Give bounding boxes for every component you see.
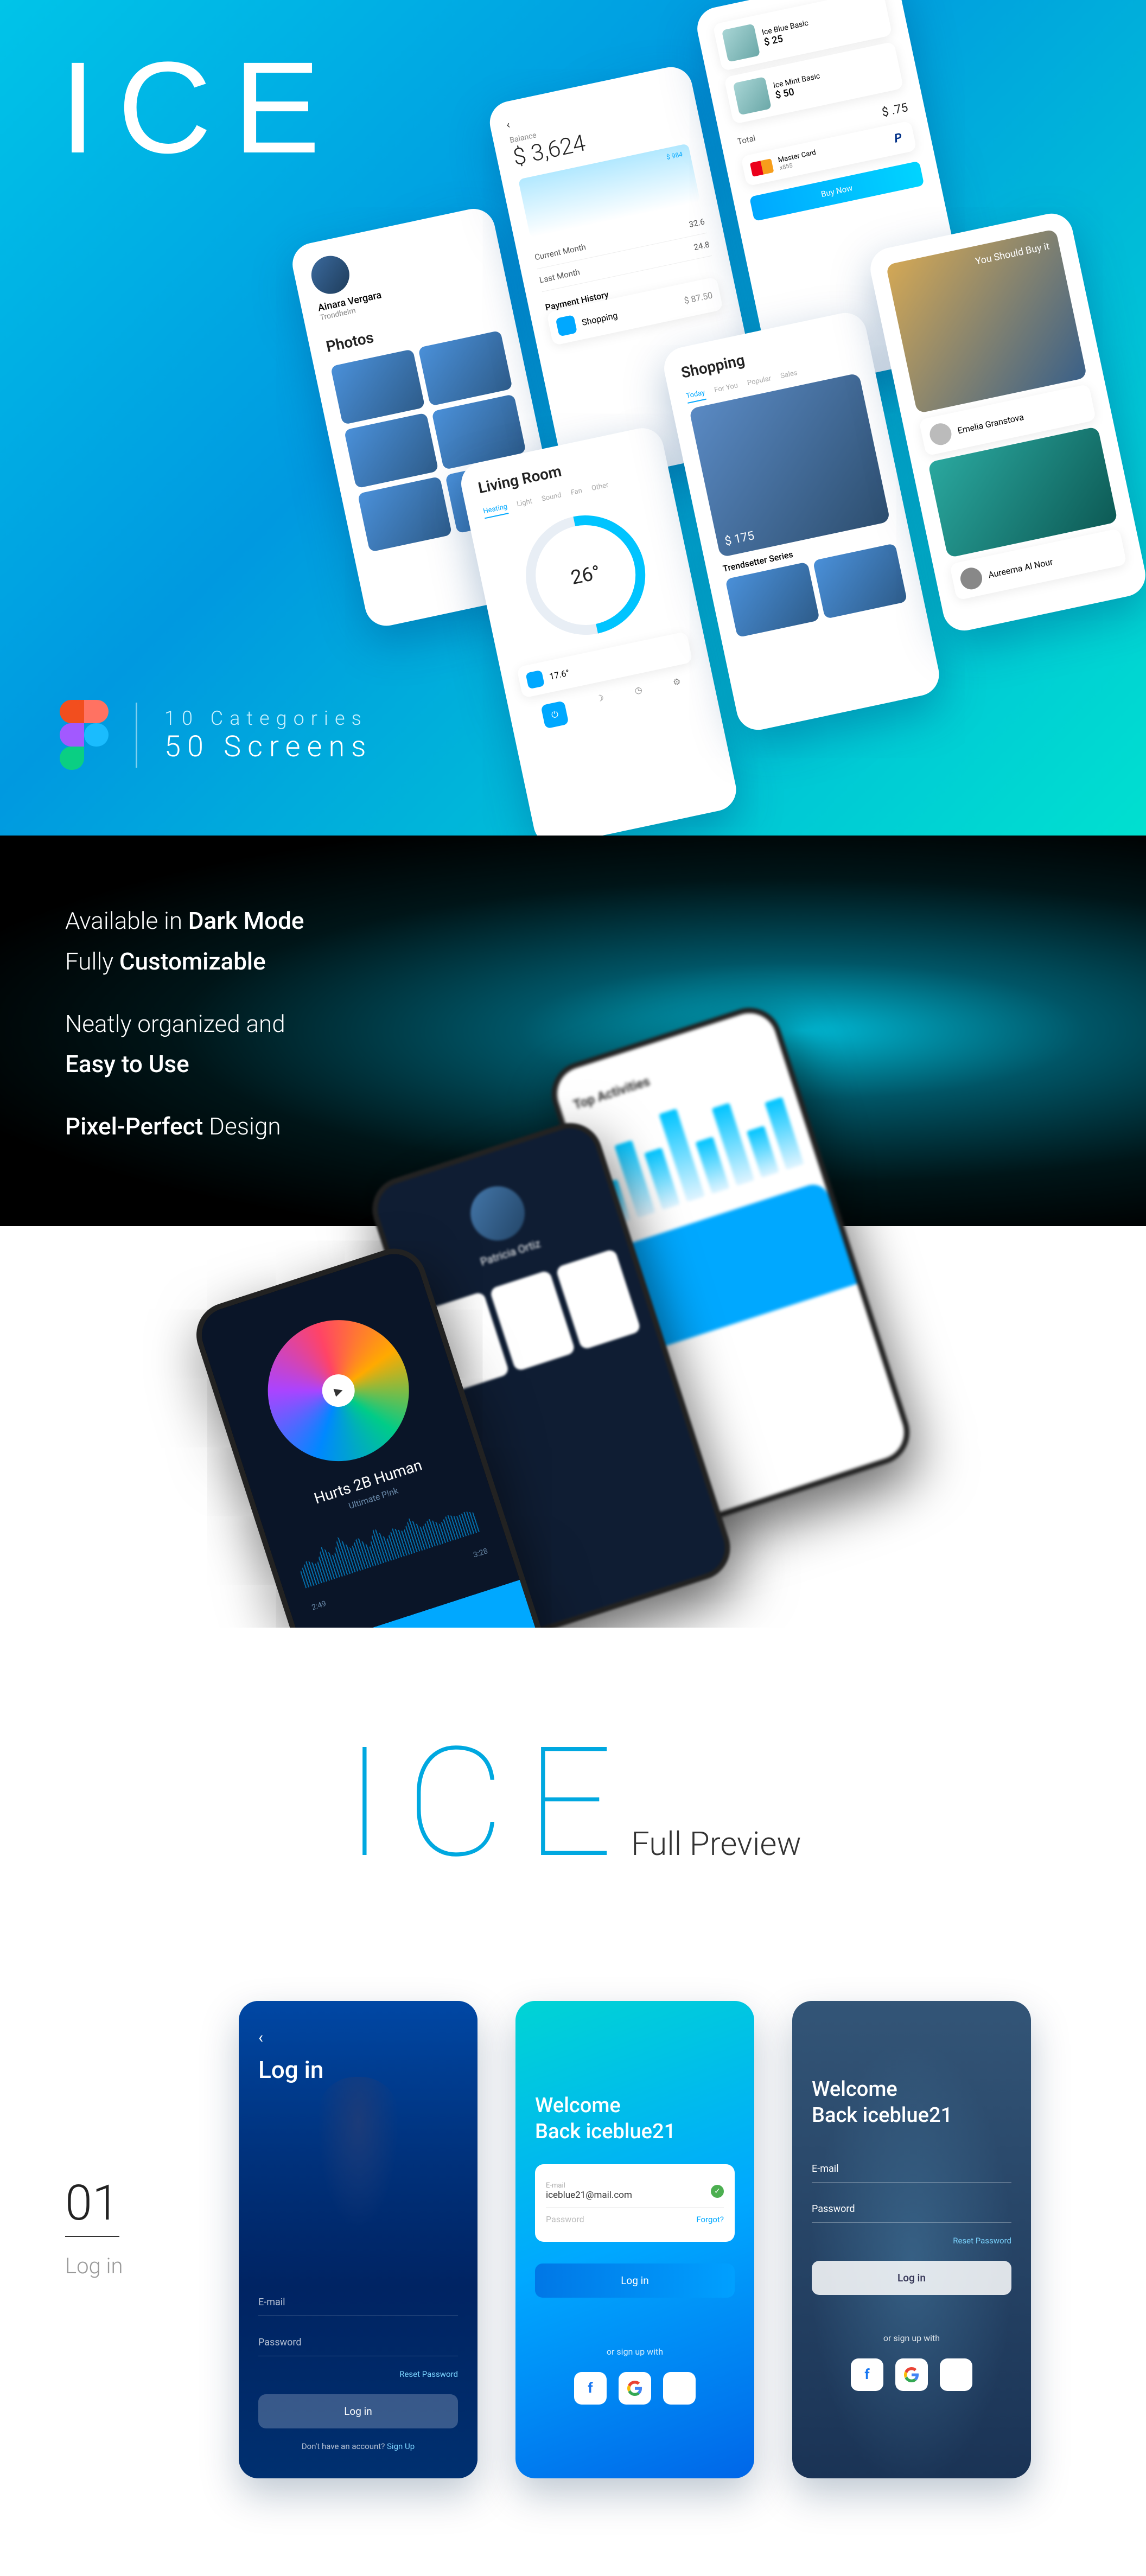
login-section: 01 Log in ‹ Log in E-mail Password Reset… bbox=[0, 1968, 1146, 2576]
apple-button[interactable] bbox=[663, 2372, 696, 2405]
email-field[interactable]: E-mail bbox=[258, 2289, 458, 2316]
login-screen-1: ‹ Log in E-mail Password Reset Password … bbox=[239, 2001, 478, 2478]
gear-icon[interactable]: ⚙ bbox=[672, 676, 684, 701]
preview-header: ICE Full Preview bbox=[0, 1628, 1146, 1968]
or-signup-label: or sign up with bbox=[812, 2333, 1011, 2343]
login-button[interactable]: Log in bbox=[535, 2263, 735, 2298]
reset-password-link[interactable]: Reset Password bbox=[812, 2236, 1011, 2246]
forgot-link[interactable]: Forgot? bbox=[696, 2215, 724, 2224]
social-buttons: f bbox=[535, 2372, 735, 2405]
email-field[interactable]: E-mail bbox=[812, 2156, 1011, 2183]
photo-tile bbox=[344, 412, 438, 488]
login-button[interactable]: Log in bbox=[812, 2261, 1011, 2295]
login-screens: ‹ Log in E-mail Password Reset Password … bbox=[239, 2001, 1081, 2478]
avatar bbox=[958, 566, 984, 591]
check-icon: ✓ bbox=[711, 2185, 724, 2198]
signup-link[interactable]: Sign Up bbox=[387, 2441, 415, 2451]
dark-section: Available in Dark ModeFully Customizable… bbox=[0, 836, 1146, 1628]
or-signup-label: or sign up with bbox=[535, 2347, 735, 2357]
figma-text: 10 Categories 50 Screens bbox=[164, 707, 373, 764]
temperature-dial[interactable]: 26° bbox=[503, 493, 668, 658]
featured-product[interactable]: $ 175 bbox=[689, 373, 890, 557]
login-card: E-mailiceblue21@mail.com ✓ Password Forg… bbox=[535, 2164, 735, 2242]
avatar bbox=[928, 422, 953, 447]
facebook-button[interactable]: f bbox=[851, 2358, 883, 2391]
screens-count: 50 Screens bbox=[164, 730, 373, 764]
password-placeholder[interactable]: Password bbox=[546, 2214, 584, 2224]
login-button[interactable]: Log in bbox=[258, 2394, 458, 2428]
facebook-button[interactable]: f bbox=[574, 2372, 607, 2405]
product-thumb bbox=[722, 23, 760, 62]
avatar bbox=[308, 252, 353, 297]
password-field[interactable]: Password bbox=[812, 2196, 1011, 2223]
album-disc[interactable] bbox=[250, 1302, 428, 1480]
clock-icon[interactable]: ◷ bbox=[634, 684, 646, 709]
section-label: 01 Log in bbox=[65, 2001, 195, 2279]
apple-button[interactable] bbox=[940, 2358, 972, 2391]
welcome-heading: WelcomeBack iceblue21 bbox=[812, 2077, 1011, 2128]
login-screen-3: WelcomeBack iceblue21 E-mail Password Re… bbox=[792, 2001, 1031, 2478]
photo-tile bbox=[330, 349, 425, 425]
reset-password-link[interactable]: Reset Password bbox=[258, 2369, 458, 2379]
product-tile[interactable] bbox=[725, 562, 819, 637]
email-value[interactable]: iceblue21@mail.com bbox=[546, 2190, 632, 2201]
shopping-icon bbox=[556, 315, 577, 336]
login-screen-2: WelcomeBack iceblue21 E-mailiceblue21@ma… bbox=[515, 2001, 754, 2478]
photo-tile bbox=[418, 330, 512, 406]
ice-logo-blue: ICE bbox=[345, 1714, 634, 1892]
section-name: Log in bbox=[65, 2253, 195, 2279]
avatar bbox=[463, 1179, 532, 1247]
paypal-icon: P bbox=[893, 130, 908, 146]
product-tile[interactable] bbox=[813, 543, 907, 619]
moon-icon[interactable]: ☽ bbox=[595, 692, 608, 717]
power-icon[interactable]: ⏻ bbox=[541, 700, 569, 729]
photo-tile bbox=[358, 476, 452, 552]
full-preview-label: Full Preview bbox=[631, 1825, 801, 1863]
product-thumb bbox=[733, 76, 772, 115]
figma-icon bbox=[60, 700, 109, 770]
section-number: 01 bbox=[65, 2175, 119, 2237]
hero-phone-mockups: Ainara Vergara Trondheim Photos ‹ Balanc… bbox=[263, 0, 1146, 836]
categories-count: 10 Categories bbox=[164, 707, 373, 730]
separator bbox=[136, 703, 137, 768]
figma-block: 10 Categories 50 Screens bbox=[60, 700, 373, 770]
recommend-hero: You Should Buy it bbox=[886, 229, 1087, 413]
google-button[interactable] bbox=[619, 2372, 651, 2405]
feature-list: Available in Dark ModeFully Customizable… bbox=[65, 901, 304, 1169]
hero-section: ICE Ainara Vergara Trondheim Photos ‹ Ba… bbox=[0, 0, 1146, 836]
login-title: Log in bbox=[258, 2056, 458, 2084]
thermo-icon bbox=[525, 670, 545, 690]
password-field[interactable]: Password bbox=[258, 2329, 458, 2356]
welcome-heading: WelcomeBack iceblue21 bbox=[535, 2093, 735, 2145]
social-buttons: f bbox=[812, 2358, 1011, 2391]
mastercard-icon bbox=[750, 158, 774, 177]
google-button[interactable] bbox=[895, 2358, 928, 2391]
back-arrow-icon[interactable]: ‹ bbox=[258, 2028, 458, 2047]
signup-prompt: Don't have an account? Sign Up bbox=[258, 2441, 458, 2451]
